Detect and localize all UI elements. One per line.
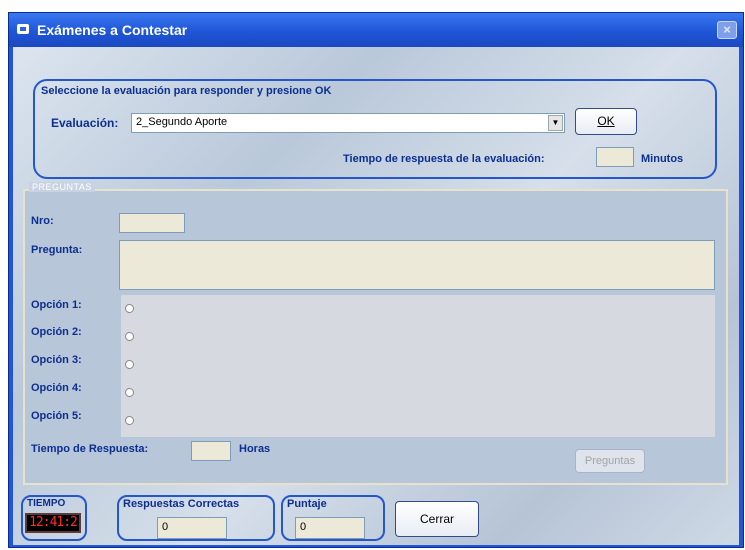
preguntas-button-label: Preguntas (584, 455, 636, 467)
respuestas-correctas-label: Respuestas Correctas (123, 498, 240, 510)
ok-button-label: OK (597, 114, 615, 128)
preguntas-button[interactable]: Preguntas (575, 449, 645, 473)
tiempo-respuesta-label: Tiempo de Respuesta: (31, 443, 149, 455)
opcion-4-radio[interactable] (125, 388, 134, 397)
cerrar-button[interactable]: Cerrar (395, 501, 479, 537)
evaluacion-combobox[interactable]: 2_Segundo Aporte ▼ (131, 113, 565, 133)
opcion-2-label: Opción 2: (31, 326, 82, 338)
ok-button[interactable]: OK (575, 108, 637, 135)
puntaje-label: Puntaje (287, 498, 327, 510)
puntaje-field[interactable]: 0 (295, 517, 365, 539)
nro-field[interactable] (119, 213, 185, 233)
preguntas-legend: PREGUNTAS (29, 182, 95, 192)
window-title: Exámenes a Contestar (37, 22, 188, 38)
selection-instruction: Seleccione la evaluación para responder … (41, 85, 332, 97)
opcion-3-label: Opción 3: (31, 354, 82, 366)
opcion-3-radio[interactable] (125, 360, 134, 369)
exam-window: Exámenes a Contestar × Seleccione la eva… (8, 12, 744, 548)
opcion-2-radio[interactable] (125, 332, 134, 341)
dropdown-arrow-icon[interactable]: ▼ (548, 115, 563, 131)
opcion-5-label: Opción 5: (31, 410, 82, 422)
opcion-5-radio[interactable] (125, 416, 134, 425)
minutos-label: Minutos (641, 153, 684, 165)
tiempo-evaluacion-label: Tiempo de respuesta de la evaluación: (343, 153, 545, 165)
opcion-1-radio[interactable] (125, 304, 134, 313)
window-client-area: Seleccione la evaluación para responder … (13, 47, 739, 545)
tiempo-evaluacion-field[interactable] (596, 147, 634, 167)
countdown-clock: 12:41:2 (25, 513, 81, 533)
pregunta-field[interactable] (119, 240, 715, 290)
nro-label: Nro: (31, 215, 54, 227)
options-area (121, 295, 715, 437)
opcion-1-label: Opción 1: (31, 299, 82, 311)
horas-label: Horas (239, 443, 271, 455)
respuestas-correctas-field[interactable]: 0 (157, 517, 227, 539)
pregunta-label: Pregunta: (31, 244, 83, 256)
cerrar-button-label: Cerrar (419, 512, 454, 526)
opcion-4-label: Opción 4: (31, 382, 82, 394)
tiempo-label: TIEMPO (27, 498, 66, 509)
close-button[interactable]: × (717, 21, 737, 39)
window-icon (17, 24, 29, 34)
evaluacion-label: Evaluación: (51, 116, 119, 130)
title-bar: Exámenes a Contestar × (9, 13, 743, 47)
evaluacion-selected-value: 2_Segundo Aporte (136, 116, 228, 128)
tiempo-respuesta-field[interactable] (191, 441, 231, 461)
